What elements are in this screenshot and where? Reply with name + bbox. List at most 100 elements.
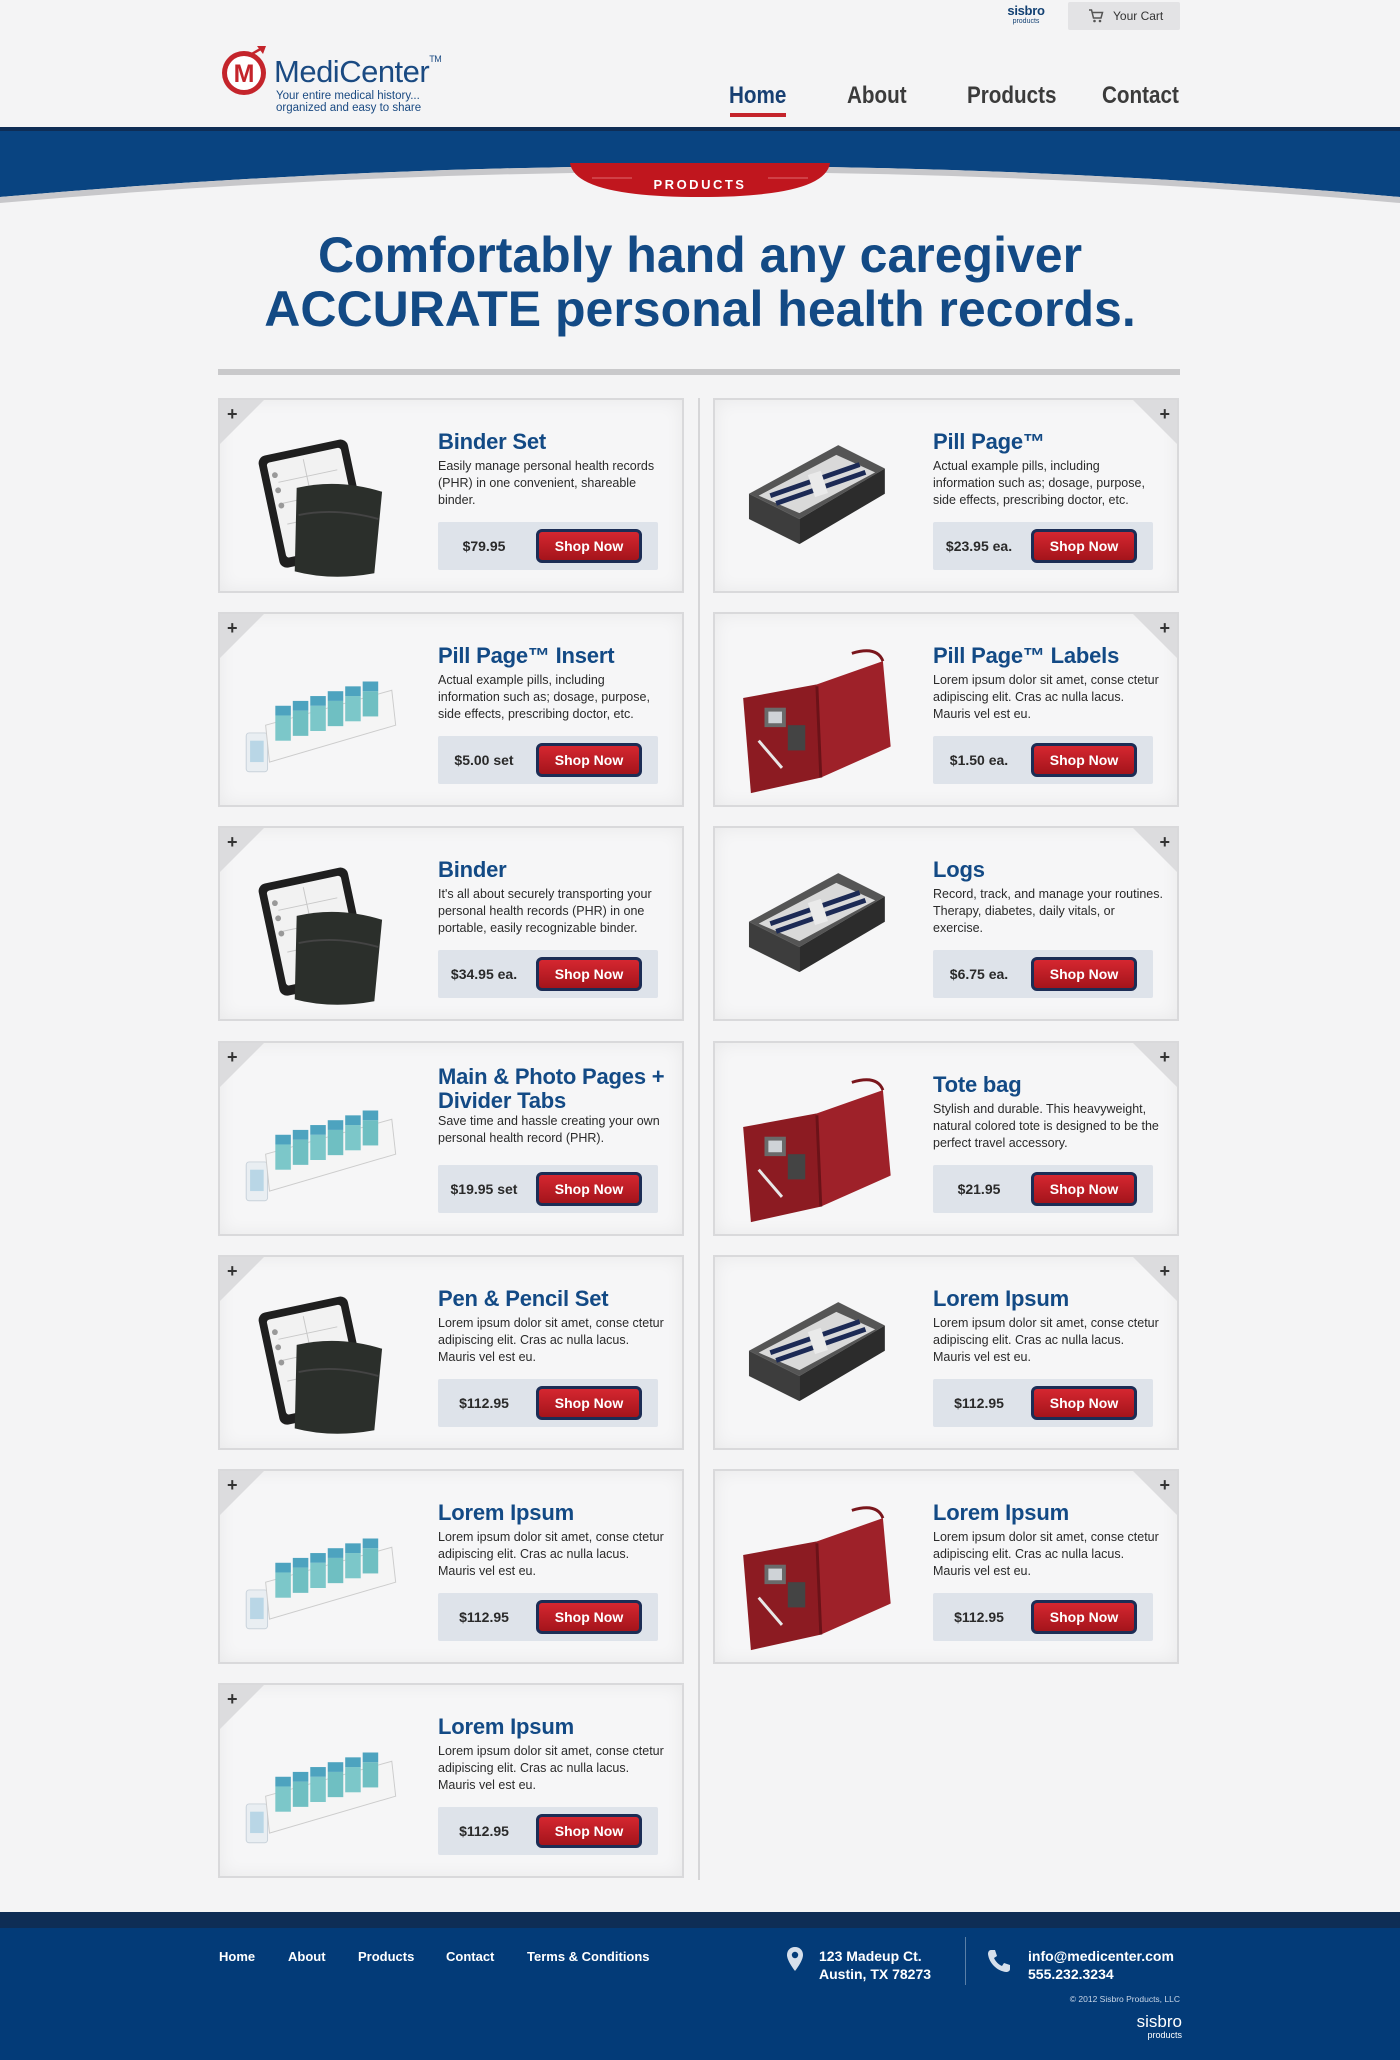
footer-link-about[interactable]: About bbox=[288, 1949, 326, 1964]
product-card: + Pill Page™ Actual example pills, includi… bbox=[713, 398, 1179, 593]
pen-case-icon[interactable] bbox=[729, 846, 899, 1011]
product-title[interactable]: Pill Page™ bbox=[933, 430, 1173, 454]
product-title[interactable]: Lorem Ipsum bbox=[933, 1287, 1173, 1311]
product-description: Lorem ipsum dolor sit amet, conse ctetur… bbox=[933, 673, 1159, 721]
headline-divider bbox=[218, 369, 1180, 375]
product-description: It's all about securely transporting you… bbox=[438, 887, 652, 935]
nav-home[interactable]: Home bbox=[729, 82, 786, 110]
product-title[interactable]: Lorem Ipsum bbox=[933, 1501, 1173, 1525]
cart-button[interactable]: Your Cart bbox=[1068, 2, 1180, 30]
logo-name: MediCenterTM bbox=[274, 54, 442, 89]
logo-mark-icon: M bbox=[222, 46, 266, 95]
product-title[interactable]: Pill Page™ Insert bbox=[438, 644, 678, 668]
shop-now-button[interactable]: Shop Now bbox=[536, 1600, 642, 1634]
product-card: + Binder Set Easily manage personal health… bbox=[218, 398, 684, 593]
hero-headline: Comfortably hand any caregiver ACCURATE … bbox=[264, 227, 1136, 337]
shop-now-button[interactable]: Shop Now bbox=[1031, 1386, 1137, 1420]
nav-contact[interactable]: Contact bbox=[1102, 82, 1179, 110]
location-pin-icon bbox=[787, 1947, 803, 1971]
product-title[interactable]: Lorem Ipsum bbox=[438, 1501, 678, 1525]
red-portfolio-icon[interactable] bbox=[729, 632, 899, 797]
product-price: $6.75 ea. bbox=[949, 966, 1009, 982]
buy-box: $112.95 Shop Now bbox=[438, 1807, 658, 1855]
product-price: $112.95 bbox=[954, 1395, 1004, 1411]
footer-copyright: © 2012 Sisbro Products, LLC bbox=[1069, 1994, 1180, 2004]
product-price: $112.95 bbox=[459, 1823, 509, 1839]
plus-icon: + bbox=[1159, 1261, 1170, 1281]
product-title[interactable]: Main & Photo Pages + Divider Tabs bbox=[438, 1065, 678, 1113]
product-price: $1.50 ea. bbox=[949, 752, 1009, 768]
product-card: + Binder It's all about securely transport… bbox=[218, 826, 684, 1021]
product-title[interactable]: Pen & Pencil Set bbox=[438, 1287, 678, 1311]
site-footer bbox=[0, 1912, 1400, 2060]
product-card: + Logs Record, track, and manage your rout… bbox=[713, 826, 1179, 1021]
product-card: + Lorem Ipsum Lorem ipsum dolor sit amet, … bbox=[218, 1683, 684, 1878]
nav-products[interactable]: Products bbox=[967, 82, 1056, 110]
product-description: Save time and hassle creating your own p… bbox=[438, 1114, 660, 1145]
footer-link-products[interactable]: Products bbox=[358, 1949, 414, 1964]
product-card: + Pen & Pencil Set Lorem ipsum dolor sit a… bbox=[218, 1255, 684, 1450]
shop-now-button[interactable]: Shop Now bbox=[536, 529, 642, 563]
footer-address: 123 Madeup Ct. Austin, TX 78273 bbox=[819, 1948, 932, 1982]
shop-now-button[interactable]: Shop Now bbox=[1031, 957, 1137, 991]
sisbro-logo[interactable]: sisbro products bbox=[1002, 4, 1050, 25]
footer-email-link[interactable]: info@medicenter.com bbox=[1028, 1947, 1174, 1965]
product-card: + Main & Photo Pages + Divider Tabs Save t… bbox=[218, 1041, 684, 1236]
nav-about[interactable]: About bbox=[847, 82, 907, 110]
product-description: Lorem ipsum dolor sit amet, conse ctetur… bbox=[933, 1316, 1159, 1364]
shop-now-button[interactable]: Shop Now bbox=[536, 957, 642, 991]
product-title[interactable]: Logs bbox=[933, 858, 1173, 882]
product-price: $112.95 bbox=[954, 1609, 1004, 1625]
binder-icon[interactable] bbox=[234, 846, 404, 1011]
shop-now-button[interactable]: Shop Now bbox=[536, 743, 642, 777]
shop-now-button[interactable]: Shop Now bbox=[536, 1814, 642, 1848]
product-title[interactable]: Binder Set bbox=[438, 430, 678, 454]
plus-icon: + bbox=[1159, 1475, 1170, 1495]
product-title[interactable]: Binder bbox=[438, 858, 678, 882]
product-description: Record, track, and manage your routines.… bbox=[933, 887, 1163, 935]
shop-now-button[interactable]: Shop Now bbox=[536, 1386, 642, 1420]
buy-box: $112.95 Shop Now bbox=[933, 1379, 1153, 1427]
buy-box: $6.75 ea. Shop Now bbox=[933, 950, 1153, 998]
svg-text:M: M bbox=[234, 60, 255, 88]
medicenter-logo[interactable]: M MediCenterTM Your entire medical histo… bbox=[218, 38, 468, 116]
product-title[interactable]: Lorem Ipsum bbox=[438, 1715, 678, 1739]
binder-icon[interactable] bbox=[234, 1275, 404, 1440]
shop-now-button[interactable]: Shop Now bbox=[1031, 1600, 1137, 1634]
pen-case-icon[interactable] bbox=[729, 1275, 899, 1440]
product-card: + Lorem Ipsum Lorem ipsum dolor sit amet, … bbox=[713, 1469, 1179, 1664]
footer-sisbro-logo[interactable]: sisbro products bbox=[1118, 2013, 1182, 2040]
product-card: + Tote bag Stylish and durable. This heavy… bbox=[713, 1041, 1179, 1236]
shop-now-button[interactable]: Shop Now bbox=[536, 1172, 642, 1206]
product-title[interactable]: Tote bag bbox=[933, 1073, 1173, 1097]
buy-box: $19.95 set Shop Now bbox=[438, 1165, 658, 1213]
product-price: $112.95 bbox=[459, 1395, 509, 1411]
product-title[interactable]: Pill Page™ Labels bbox=[933, 644, 1173, 668]
section-tab-label: PRODUCTS bbox=[653, 177, 747, 192]
phone-icon bbox=[988, 1950, 1010, 1972]
shop-now-button[interactable]: Shop Now bbox=[1031, 1172, 1137, 1206]
product-price: $112.95 bbox=[459, 1609, 509, 1625]
plus-icon: + bbox=[1159, 618, 1170, 638]
pill-organizer-icon[interactable] bbox=[234, 1061, 404, 1226]
red-portfolio-icon[interactable] bbox=[729, 1489, 899, 1654]
buy-box: $5.00 set Shop Now bbox=[438, 736, 658, 784]
shop-now-button[interactable]: Shop Now bbox=[1031, 529, 1137, 563]
product-card: + Pill Page™ Insert Actual example pills, … bbox=[218, 612, 684, 807]
active-nav-underline bbox=[730, 113, 786, 117]
pen-case-icon[interactable] bbox=[729, 418, 899, 583]
shop-now-button[interactable]: Shop Now bbox=[1031, 743, 1137, 777]
footer-link-contact[interactable]: Contact bbox=[446, 1949, 494, 1964]
plus-icon: + bbox=[1159, 1047, 1170, 1067]
pill-organizer-icon[interactable] bbox=[234, 632, 404, 797]
buy-box: $112.95 Shop Now bbox=[933, 1593, 1153, 1641]
footer-link-terms[interactable]: Terms & Conditions bbox=[527, 1949, 650, 1964]
footer-link-home[interactable]: Home bbox=[219, 1949, 255, 1964]
pill-organizer-icon[interactable] bbox=[234, 1489, 404, 1654]
pill-organizer-icon[interactable] bbox=[234, 1703, 404, 1868]
site-header bbox=[0, 0, 1400, 130]
product-price: $79.95 bbox=[462, 538, 506, 554]
red-portfolio-icon[interactable] bbox=[729, 1061, 899, 1226]
buy-box: $23.95 ea. Shop Now bbox=[933, 522, 1153, 570]
binder-icon[interactable] bbox=[234, 418, 404, 583]
